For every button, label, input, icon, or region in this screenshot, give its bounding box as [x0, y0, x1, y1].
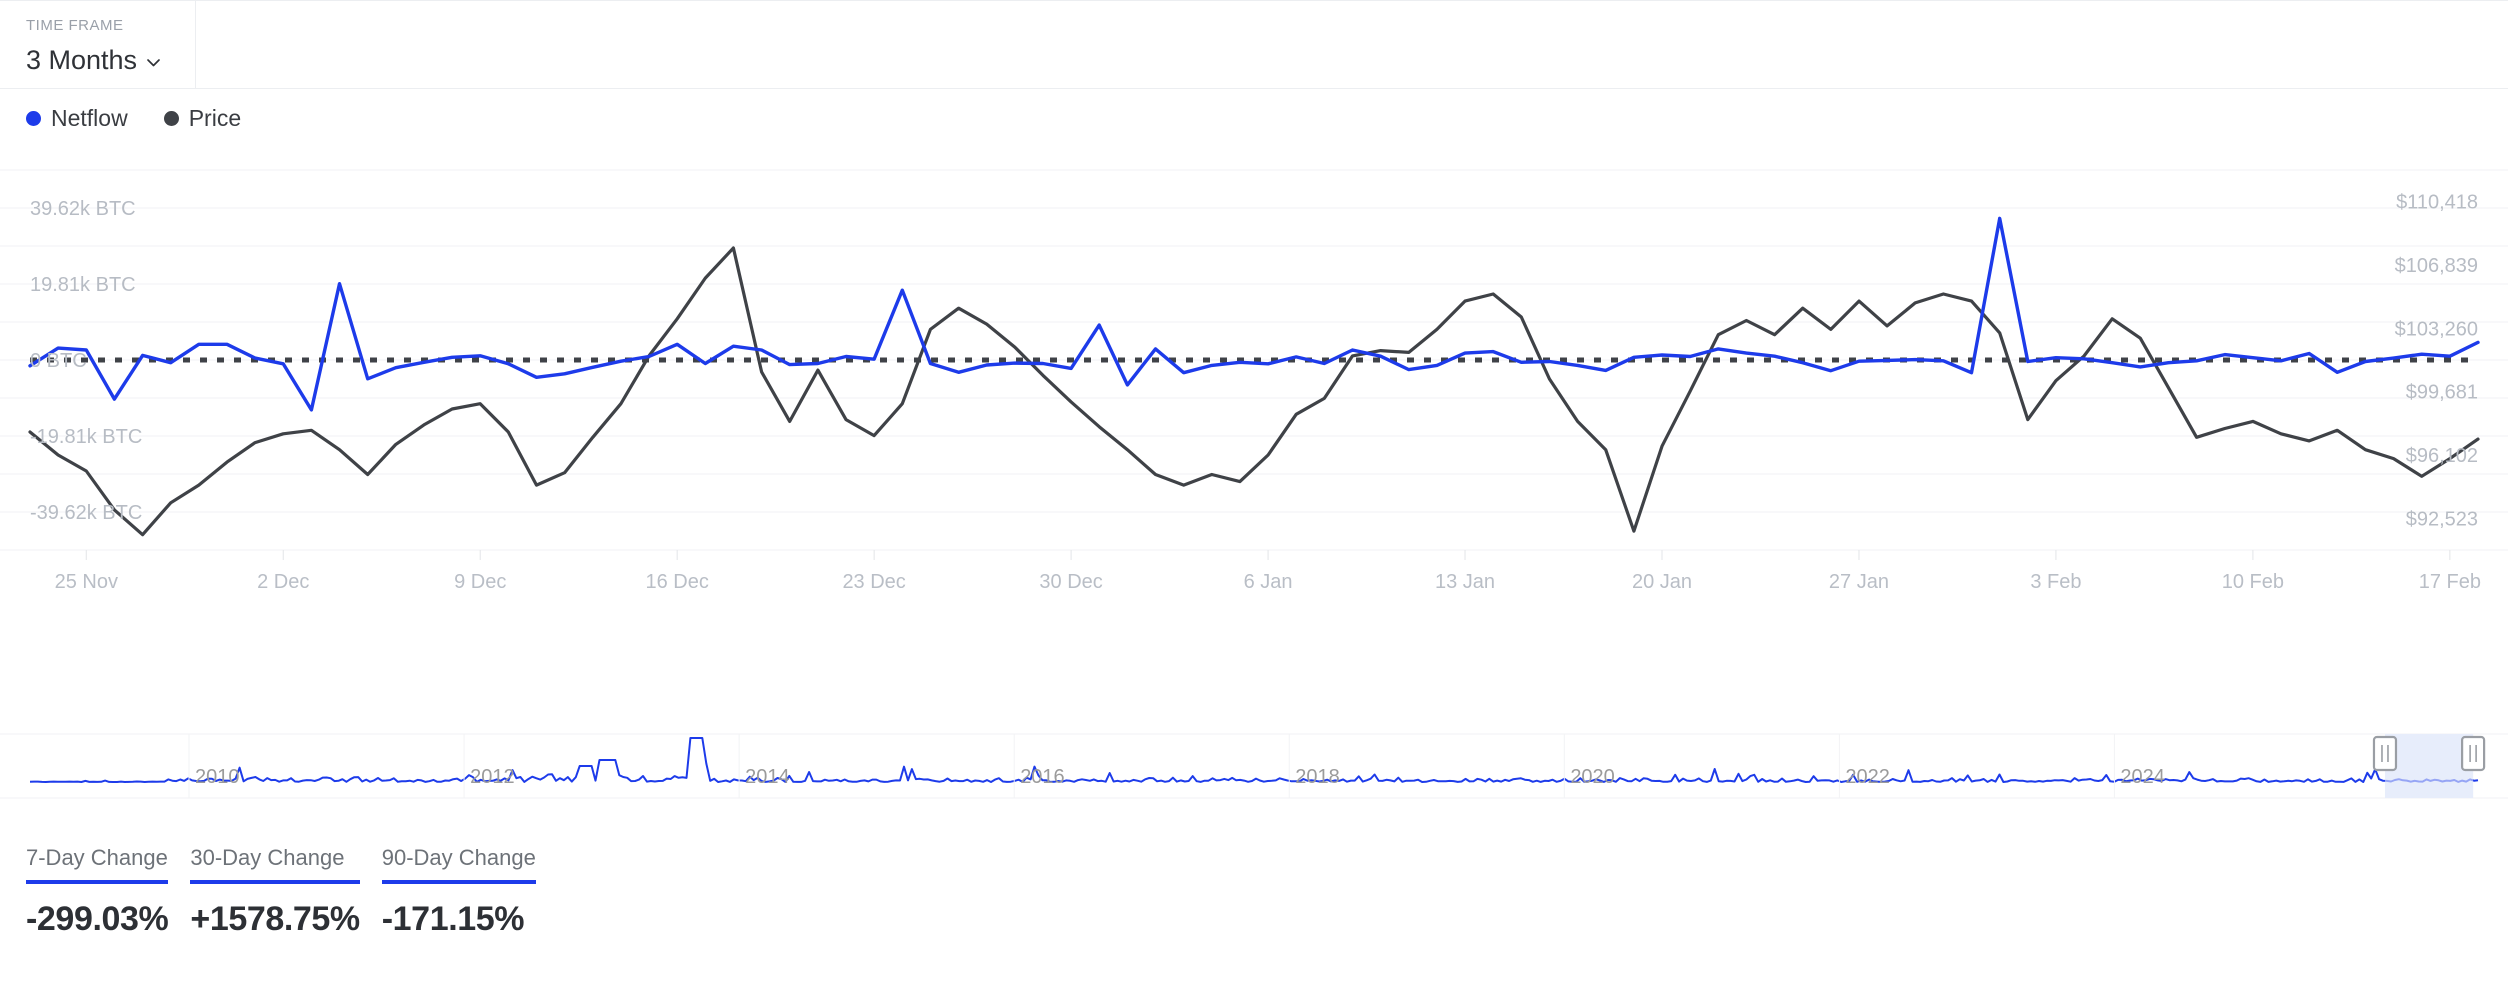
stat-underline — [190, 880, 360, 884]
stat-underline — [26, 880, 169, 884]
x-axis-tick-label: 6 Jan — [1244, 571, 1293, 593]
main-chart-svg[interactable]: 39.62k BTC 19.81k BTC 0 BTC -19.81k BTC -39.… — [0, 150, 2508, 680]
navigator-right-handle[interactable] — [2461, 735, 2486, 772]
stat-underline — [381, 880, 536, 884]
navigator-year-label: 2022 — [1845, 766, 1890, 788]
stat-30-day-change: 30-Day Change +1578.75% — [190, 845, 381, 939]
navigator-series-line — [29, 734, 2479, 798]
stat-value: -171.15% — [381, 900, 525, 938]
x-axis-tick-label: 3 Feb — [2030, 571, 2081, 593]
x-axis-tick-label: 16 Dec — [645, 571, 708, 593]
left-axis-tick-label: 39.62k BTC — [30, 198, 136, 220]
stat-label: 90-Day Change — [381, 845, 536, 870]
navigator-year-label: 2020 — [1570, 766, 1615, 788]
chevron-down-icon[interactable] — [145, 54, 162, 71]
legend-dot-price-icon — [163, 110, 179, 126]
stat-label: 7-Day Change — [26, 845, 168, 870]
stat-label: 30-Day Change — [190, 845, 345, 870]
navigator-year-label: 2010 — [195, 766, 240, 788]
chart-navigator[interactable]: 2010 2012 2014 2016 2018 2020 2022 2024 — [0, 712, 2508, 822]
x-axis-tick-label: 2 Dec — [257, 571, 309, 593]
price-series-line — [28, 246, 2480, 537]
right-axis-tick-label: $96,102 — [2406, 445, 2478, 467]
x-axis-tick-label: 20 Jan — [1632, 571, 1692, 593]
stat-value: +1578.75% — [190, 900, 360, 938]
left-axis-tick-label: -39.62k BTC — [30, 502, 142, 524]
x-axis-tick-label: 13 Jan — [1435, 571, 1495, 593]
netflow-price-chart-page: TIME FRAME 3 Months Netflow Price 39.62k… — [0, 0, 2508, 986]
navigator-svg[interactable]: 2010 2012 2014 2016 2018 2020 2022 2024 — [0, 712, 2508, 822]
legend-dot-netflow-icon — [26, 110, 41, 126]
right-axis-tick-label: $99,681 — [2406, 382, 2478, 404]
x-axis-tick-label: 10 Feb — [2222, 571, 2284, 593]
navigator-year-label: 2012 — [470, 766, 514, 788]
navigator-year-label: 2024 — [2120, 766, 2165, 788]
chart-legend: Netflow Price — [26, 104, 241, 132]
chart-toolbar: TIME FRAME 3 Months — [0, 0, 2508, 89]
right-axis-tick-label: $110,418 — [2396, 192, 2478, 214]
navigator-year-label: 2018 — [1295, 766, 1340, 788]
legend-label-price: Price — [188, 104, 242, 131]
legend-label-netflow: Netflow — [51, 104, 128, 131]
time-frame-selector[interactable]: TIME FRAME 3 Months — [0, 1, 196, 89]
stat-value: -299.03% — [26, 900, 169, 938]
right-axis-tick-label: $103,260 — [2395, 318, 2478, 340]
navigator-year-label: 2014 — [745, 766, 790, 788]
navigator-year-label: 2016 — [1020, 766, 1065, 788]
x-axis-tick-label: 30 Dec — [1039, 571, 1102, 593]
left-axis-tick-label: 19.81k BTC — [30, 274, 136, 296]
right-axis-tick-label: $106,839 — [2395, 255, 2478, 277]
right-axis-tick-label: $92,523 — [2406, 508, 2478, 530]
left-axis-tick-label: -19.81k BTC — [30, 426, 142, 448]
x-axis-tick-label: 9 Dec — [454, 571, 506, 593]
netflow-series-line — [28, 216, 2480, 412]
stat-7-day-change: 7-Day Change -299.03% — [26, 845, 190, 939]
main-chart[interactable]: 39.62k BTC 19.81k BTC 0 BTC -19.81k BTC -39.… — [0, 150, 2508, 680]
navigator-year-labels: 2010 2012 2014 2016 2018 2020 2022 2024 — [188, 734, 2165, 798]
legend-item-netflow[interactable]: Netflow — [26, 105, 128, 132]
time-frame-value: 3 Months — [26, 45, 138, 75]
x-axis-tick-label: 25 Nov — [55, 571, 118, 593]
change-stats: 7-Day Change -299.03% 30-Day Change +157… — [26, 845, 558, 939]
x-axis-tick-label: 27 Jan — [1829, 571, 1889, 593]
time-frame-value-row[interactable]: 3 Months — [26, 44, 195, 76]
x-axis-tick-marks — [85, 550, 2451, 560]
x-axis-tick-label: 23 Dec — [842, 571, 905, 593]
stat-90-day-change: 90-Day Change -171.15% — [381, 845, 558, 939]
time-frame-label: TIME FRAME — [26, 17, 124, 34]
legend-item-price[interactable]: Price — [163, 104, 242, 132]
x-axis-tick-label: 17 Feb — [2419, 571, 2481, 593]
navigator-left-handle[interactable] — [2372, 735, 2398, 772]
left-axis-labels: 39.62k BTC 19.81k BTC 0 BTC -19.81k BTC -39.… — [30, 198, 142, 524]
left-axis-tick-label: 0 BTC — [30, 350, 87, 372]
x-axis-labels: 25 Nov 2 Dec 9 Dec 16 Dec 23 Dec 30 Dec 6 Jan 1… — [55, 571, 2481, 593]
